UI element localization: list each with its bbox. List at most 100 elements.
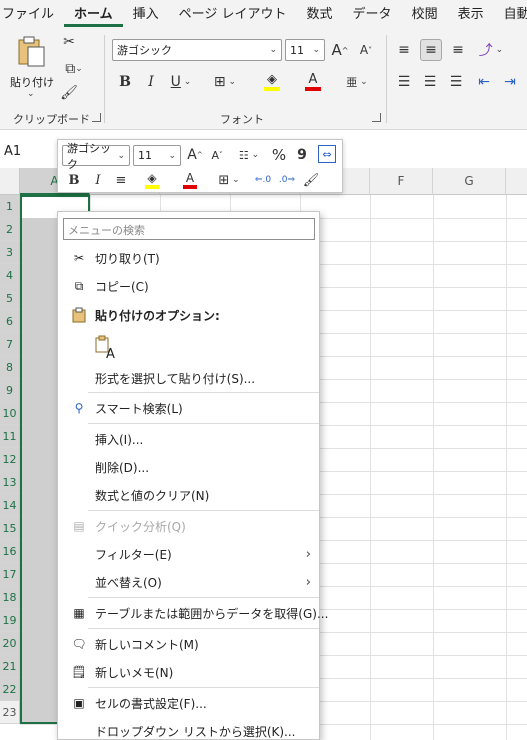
paste-button[interactable]: 貼り付け ⌄ bbox=[8, 33, 54, 103]
decrease-font-size-icon[interactable]: A ˅ bbox=[208, 145, 226, 165]
orientation-icon[interactable]: ⤴ ⌄ bbox=[476, 39, 506, 61]
menu-item-paste-special[interactable]: 形式を選択して貼り付け(S)... bbox=[58, 364, 319, 392]
align-middle-icon[interactable]: ≡ bbox=[420, 39, 442, 61]
menu-bar: ファイル ホーム 挿入 ページ レイアウト 数式 データ 校閲 表示 自動化 ヘ… bbox=[0, 0, 527, 27]
cut-icon[interactable]: ✂ bbox=[60, 33, 78, 51]
font-name-combo[interactable]: 游ゴシック ⌄ bbox=[112, 39, 282, 61]
menu-item-delete[interactable]: 削除(D)... bbox=[58, 453, 319, 481]
column-header-f[interactable]: F bbox=[370, 168, 433, 195]
decrease-font-size-icon[interactable]: A ˅ bbox=[356, 40, 376, 60]
row-header[interactable]: 3 bbox=[0, 241, 20, 264]
row-header[interactable]: 12 bbox=[0, 448, 20, 471]
menu-item-insert[interactable]: 挿入(I)... bbox=[58, 425, 319, 453]
align-right-icon[interactable]: ☰ bbox=[446, 72, 466, 92]
comma-style-icon[interactable]: 9 bbox=[294, 145, 310, 165]
menu-item-sort[interactable]: 並べ替え(O) › bbox=[58, 568, 319, 596]
column-header-h[interactable] bbox=[506, 168, 527, 195]
center-align-icon[interactable]: ≡ bbox=[112, 170, 130, 190]
menu-automate[interactable]: 自動化 bbox=[494, 3, 527, 27]
row-header[interactable]: 2 bbox=[0, 218, 20, 241]
fill-color-icon[interactable]: ◈ bbox=[136, 168, 168, 192]
italic-icon[interactable]: I bbox=[142, 72, 160, 92]
row-header[interactable]: 10 bbox=[0, 402, 20, 425]
row-header[interactable]: 19 bbox=[0, 609, 20, 632]
menu-item-new-comment[interactable]: 🗨 新しいコメント(M) bbox=[58, 630, 319, 658]
row-header[interactable]: 23 bbox=[0, 701, 20, 724]
menu-formulas[interactable]: 数式 bbox=[297, 3, 343, 27]
row-header[interactable]: 9 bbox=[0, 379, 20, 402]
menu-file[interactable]: ファイル bbox=[0, 3, 64, 27]
increase-font-size-icon[interactable]: A ^ bbox=[330, 40, 350, 60]
align-bottom-icon[interactable]: ≡ bbox=[448, 39, 468, 61]
menu-item-clear-contents[interactable]: 数式と値のクリア(N) bbox=[58, 481, 319, 509]
menu-item-copy[interactable]: ⧉ コピー(C) bbox=[58, 272, 319, 300]
menu-item-filter[interactable]: フィルター(E) › bbox=[58, 540, 319, 568]
row-header[interactable]: 14 bbox=[0, 494, 20, 517]
copy-icon[interactable]: ⧉ ⌄ bbox=[60, 60, 88, 78]
row-header[interactable]: 5 bbox=[0, 287, 20, 310]
menu-home[interactable]: ホーム bbox=[64, 3, 123, 27]
font-size-combo[interactable]: 11 ⌄ bbox=[285, 39, 325, 61]
menu-item-pick-from-dropdown[interactable]: ドロップダウン リストから選択(K)... bbox=[58, 717, 319, 740]
menu-item-new-note[interactable]: 🗒 新しいメモ(N) bbox=[58, 658, 319, 686]
menu-item-format-cells[interactable]: ▣ セルの書式設定(F)... bbox=[58, 689, 319, 717]
name-box[interactable]: A1 bbox=[4, 144, 21, 159]
underline-icon[interactable]: U ⌄ bbox=[166, 72, 196, 92]
row-header[interactable]: 17 bbox=[0, 563, 20, 586]
chevron-right-icon: › bbox=[305, 574, 311, 590]
row-header[interactable]: 8 bbox=[0, 356, 20, 379]
increase-decimal-icon[interactable]: ⇐.0 bbox=[252, 170, 274, 190]
clipboard-launcher-icon[interactable] bbox=[92, 113, 101, 122]
menu-item-cut[interactable]: ✂ 切り取り(T) bbox=[58, 244, 319, 272]
format-painter-icon[interactable]: 🖌 bbox=[302, 170, 320, 190]
align-left-icon[interactable]: ☰ bbox=[394, 72, 414, 92]
note-icon: 🗒 bbox=[71, 665, 87, 679]
fill-color-icon[interactable]: ◈ bbox=[255, 70, 289, 94]
merge-center-icon[interactable]: ⇔ bbox=[318, 145, 336, 163]
row-header[interactable]: 18 bbox=[0, 586, 20, 609]
align-center-icon[interactable]: ☰ bbox=[420, 72, 440, 92]
menu-view[interactable]: 表示 bbox=[448, 3, 494, 27]
menu-review[interactable]: 校閲 bbox=[402, 3, 448, 27]
menu-insert[interactable]: 挿入 bbox=[123, 3, 169, 27]
mini-font-size-combo[interactable]: 11 ⌄ bbox=[133, 145, 181, 166]
row-header[interactable]: 21 bbox=[0, 655, 20, 678]
paste-option-button[interactable]: A bbox=[94, 334, 120, 362]
align-top-icon[interactable]: ≡ bbox=[394, 39, 414, 61]
row-header[interactable]: 11 bbox=[0, 425, 20, 448]
menu-item-smart-lookup[interactable]: ⚲ スマート検索(L) bbox=[58, 394, 319, 422]
select-all-corner[interactable] bbox=[0, 168, 20, 195]
decrease-decimal-icon[interactable]: .0⇒ bbox=[276, 170, 298, 190]
bold-icon[interactable]: B bbox=[66, 170, 82, 190]
font-color-icon[interactable]: A bbox=[174, 168, 206, 192]
bold-icon[interactable]: B bbox=[116, 72, 134, 92]
row-header[interactable]: 1 bbox=[0, 195, 20, 218]
mini-font-name-combo[interactable]: 游ゴシック ⌄ bbox=[62, 142, 130, 171]
row-header[interactable]: 15 bbox=[0, 517, 20, 540]
border-icon[interactable]: ⊞ ⌄ bbox=[214, 170, 244, 190]
menu-page-layout[interactable]: ページ レイアウト bbox=[169, 3, 297, 27]
font-color-icon[interactable]: A bbox=[296, 70, 330, 94]
increase-indent-icon[interactable]: ⇥ bbox=[500, 72, 520, 92]
row-header[interactable]: 7 bbox=[0, 333, 20, 356]
border-icon[interactable]: ⊞ ⌄ bbox=[210, 72, 240, 92]
phonetic-guide-icon[interactable]: 亜 ⌄ bbox=[340, 72, 374, 92]
font-name-value: 游ゴシック bbox=[117, 44, 172, 57]
row-header[interactable]: 16 bbox=[0, 540, 20, 563]
row-header[interactable]: 13 bbox=[0, 471, 20, 494]
row-header[interactable]: 20 bbox=[0, 632, 20, 655]
format-painter-icon[interactable]: 🖌 bbox=[60, 84, 78, 102]
row-header[interactable]: 4 bbox=[0, 264, 20, 287]
menu-item-get-data-from-table[interactable]: ▦ テーブルまたは範囲からデータを取得(G)... bbox=[58, 599, 328, 627]
menu-search-input[interactable]: メニューの検索 bbox=[63, 218, 315, 240]
font-launcher-icon[interactable] bbox=[372, 113, 381, 122]
percent-style-icon[interactable]: % bbox=[270, 145, 288, 165]
row-header[interactable]: 22 bbox=[0, 678, 20, 701]
menu-data[interactable]: データ bbox=[343, 3, 402, 27]
italic-icon[interactable]: I bbox=[90, 170, 106, 190]
row-header[interactable]: 6 bbox=[0, 310, 20, 333]
column-header-g[interactable]: G bbox=[433, 168, 506, 195]
number-format-icon[interactable]: ☷ ⌄ bbox=[232, 145, 266, 165]
increase-font-size-icon[interactable]: A ^ bbox=[186, 145, 204, 165]
decrease-indent-icon[interactable]: ⇤ bbox=[474, 72, 494, 92]
